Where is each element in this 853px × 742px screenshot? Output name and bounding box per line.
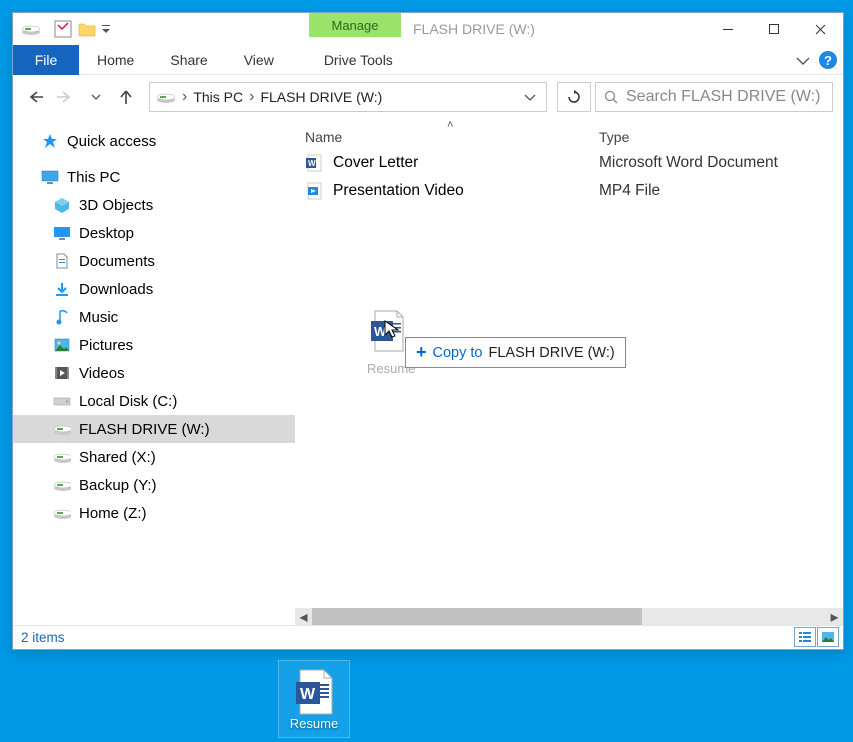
drag-dest-label: FLASH DRIVE (W:) (489, 345, 615, 361)
share-tab[interactable]: Share (152, 45, 225, 75)
nav-pane[interactable]: Quick access This PC 3D Objects Desktop … (13, 119, 295, 625)
svg-text:W: W (308, 159, 316, 168)
drive-icon (53, 448, 71, 466)
explorer-window: Manage FLASH DRIVE (W:) File Home Share … (12, 12, 844, 650)
horizontal-scrollbar[interactable]: ◂ ▸ (295, 608, 843, 625)
title-bar: Manage FLASH DRIVE (W:) (13, 13, 843, 45)
search-box[interactable]: Search FLASH DRIVE (W:) (595, 82, 833, 112)
word-icon: W (305, 154, 323, 172)
videos-icon (53, 364, 71, 382)
new-folder-icon[interactable] (75, 17, 99, 41)
music-icon (53, 308, 71, 326)
qat-dropdown-icon[interactable] (99, 17, 113, 41)
nav-row: › This PC › FLASH DRIVE (W:) Search FLAS… (13, 75, 843, 119)
nav-flash-drive[interactable]: FLASH DRIVE (W:) (13, 415, 295, 443)
scroll-left-icon[interactable]: ◂ (295, 608, 312, 625)
file-type: Microsoft Word Document (595, 154, 843, 172)
nav-local-disk[interactable]: Local Disk (C:) (13, 387, 295, 415)
nav-backup[interactable]: Backup (Y:) (13, 471, 295, 499)
nav-videos[interactable]: Videos (13, 359, 295, 387)
nav-shared[interactable]: Shared (X:) (13, 443, 295, 471)
file-type: MP4 File (595, 182, 843, 200)
plus-icon: + (416, 342, 427, 363)
drive-tools-tab[interactable]: Drive Tools (306, 45, 411, 75)
refresh-button[interactable] (557, 82, 591, 112)
file-row[interactable]: Presentation Video MP4 File (295, 177, 843, 205)
nav-documents[interactable]: Documents (13, 247, 295, 275)
crumb-this-pc[interactable]: This PC (193, 89, 243, 105)
pictures-icon (53, 336, 71, 354)
drag-hint: + Copy to FLASH DRIVE (W:) (405, 337, 626, 368)
nav-downloads[interactable]: Downloads (13, 275, 295, 303)
nav-quick-access[interactable]: Quick access (13, 127, 295, 155)
drive-icon (156, 90, 176, 104)
crumb-current[interactable]: FLASH DRIVE (W:) (260, 89, 382, 105)
nav-this-pc[interactable]: This PC (13, 163, 295, 191)
status-item-count: 2 items (21, 630, 65, 645)
column-name[interactable]: Name (295, 129, 595, 145)
column-type[interactable]: Type (595, 129, 843, 145)
nav-music[interactable]: Music (13, 303, 295, 331)
svg-text:W: W (300, 686, 316, 703)
drive-icon (19, 17, 43, 41)
window-title: FLASH DRIVE (W:) (413, 13, 535, 45)
file-name: Cover Letter (333, 154, 418, 172)
minimize-button[interactable] (705, 13, 751, 45)
back-button[interactable] (23, 84, 49, 110)
help-icon[interactable]: ? (819, 51, 837, 69)
desktop-icon (53, 224, 71, 242)
status-bar: 2 items (13, 625, 843, 649)
sort-asc-icon[interactable]: ˄ (447, 119, 453, 131)
desktop-file[interactable]: W Resume (278, 660, 350, 738)
document-icon (53, 252, 71, 270)
chevron-right-icon[interactable]: › (249, 88, 254, 106)
home-tab[interactable]: Home (79, 45, 152, 75)
star-icon (41, 132, 59, 150)
file-list[interactable]: W Cover Letter Microsoft Word Document P… (295, 149, 843, 608)
chevron-right-icon[interactable]: › (182, 88, 187, 106)
address-history-icon[interactable] (524, 93, 546, 101)
file-tab[interactable]: File (13, 45, 79, 75)
desktop-file-label: Resume (290, 716, 338, 731)
file-row[interactable]: W Cover Letter Microsoft Word Document (295, 149, 843, 177)
pc-icon (41, 168, 59, 186)
close-button[interactable] (797, 13, 843, 45)
cube-icon (53, 196, 71, 214)
manage-tab[interactable]: Manage (309, 13, 401, 37)
nav-3d-objects[interactable]: 3D Objects (13, 191, 295, 219)
nav-desktop[interactable]: Desktop (13, 219, 295, 247)
drag-copy-label: Copy to (433, 345, 483, 361)
drive-icon (53, 476, 71, 494)
file-name: Presentation Video (333, 182, 464, 200)
address-bar[interactable]: › This PC › FLASH DRIVE (W:) (149, 82, 547, 112)
file-pane[interactable]: ˄ Name Type W Cover Letter Microsoft Wor… (295, 119, 843, 625)
ribbon: File Home Share View Drive Tools ? (13, 45, 843, 75)
search-placeholder: Search FLASH DRIVE (W:) (626, 88, 820, 106)
search-icon (604, 90, 618, 104)
nav-home[interactable]: Home (Z:) (13, 499, 295, 527)
up-button[interactable] (113, 84, 139, 110)
disk-icon (53, 392, 71, 410)
column-header: ˄ Name Type (295, 119, 843, 149)
view-tab[interactable]: View (226, 45, 292, 75)
download-icon (53, 280, 71, 298)
drive-icon (53, 504, 71, 522)
recent-dropdown[interactable] (83, 84, 109, 110)
scroll-right-icon[interactable]: ▸ (826, 608, 843, 625)
word-icon: W (294, 668, 334, 716)
drive-icon (53, 420, 71, 438)
expand-ribbon-icon[interactable] (795, 54, 811, 66)
nav-pictures[interactable]: Pictures (13, 331, 295, 359)
properties-icon[interactable] (51, 17, 75, 41)
maximize-button[interactable] (751, 13, 797, 45)
video-icon (305, 182, 323, 200)
forward-button[interactable] (53, 84, 79, 110)
details-view-button[interactable] (794, 627, 816, 647)
thumbnails-view-button[interactable] (817, 627, 839, 647)
scroll-thumb[interactable] (312, 608, 642, 625)
